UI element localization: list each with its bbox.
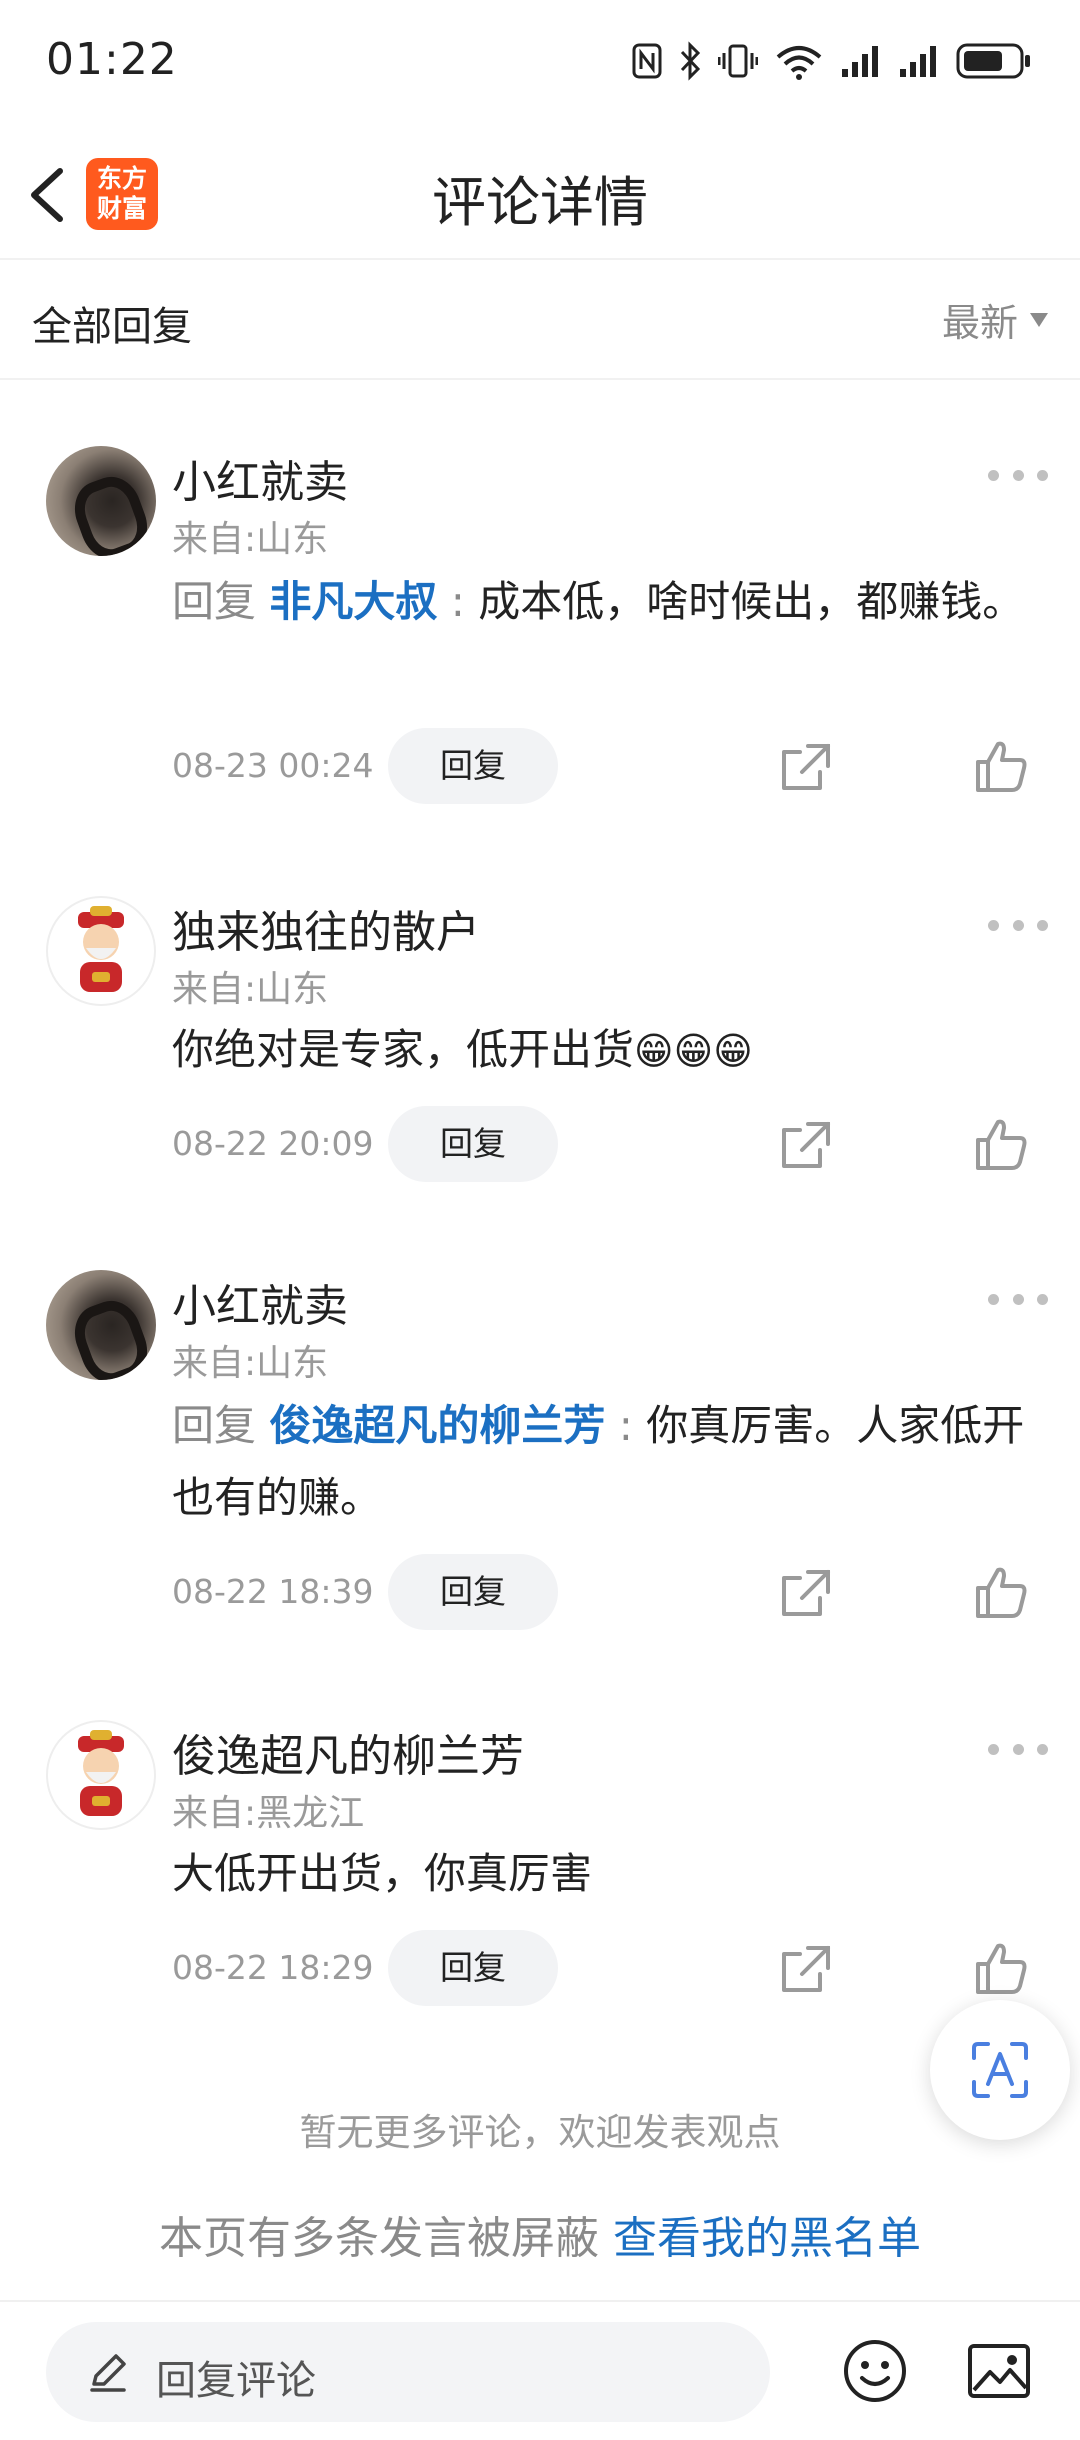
reply-button[interactable]: 回复 <box>388 1554 558 1630</box>
reply-input-placeholder: 回复评论 <box>156 2358 316 2404</box>
filter-bar: 全部回复 最新 <box>0 262 1080 380</box>
header-bar: 东方 财富 评论详情 <box>0 130 1080 260</box>
view-blacklist-link[interactable]: 查看我的黑名单 <box>613 2213 921 2264</box>
comment-meta: 08-23 00:24 回复 <box>172 728 1052 804</box>
grin-emoji-icon: 😁😁😁 <box>634 1029 753 1073</box>
avatar[interactable] <box>46 896 156 1006</box>
sort-label: 最新 <box>941 301 1018 345</box>
comment-text: 成本低，啥时候出，都赚钱。 <box>478 577 1025 626</box>
comment-detail-page: 01:22 东方 财富 评论详情 全部回复 最新 小红就卖 来自:山东 回复 非… <box>0 0 1080 2440</box>
avatar[interactable] <box>46 1720 156 1830</box>
more-options-button[interactable] <box>988 1284 1048 1314</box>
status-bar: 01:22 <box>0 0 1080 120</box>
reply-target-user[interactable]: 非凡大叔 <box>269 577 437 626</box>
status-icons <box>632 36 1032 86</box>
more-options-button[interactable] <box>988 1734 1048 1764</box>
text-scan-icon <box>972 2042 1028 2098</box>
caret-down-icon <box>1030 312 1048 327</box>
comment-meta: 08-22 18:39 回复 <box>172 1554 1052 1630</box>
signal-icon-2 <box>900 46 936 77</box>
comment-time: 08-22 18:39 <box>172 1572 374 1611</box>
thumbs-up-icon[interactable] <box>974 1940 1030 1996</box>
reply-comment-input[interactable]: 回复评论 <box>46 2322 770 2422</box>
no-more-comments-note: 暂无更多评论，欢迎发表观点 <box>299 2111 781 2154</box>
blocked-notice-text: 本页有多条发言被屏蔽 <box>159 2213 599 2264</box>
share-icon[interactable] <box>780 1120 832 1170</box>
thumbs-up-icon[interactable] <box>974 1564 1030 1620</box>
fortune-god-avatar-icon <box>78 906 124 992</box>
comment-meta: 08-22 18:29 回复 <box>172 1930 1052 2006</box>
avatar[interactable] <box>46 1270 156 1380</box>
comment-content[interactable]: 回复 俊逸超凡的柳兰芳 : 你真厉害。人家低开也有的赚。 <box>172 1390 1032 1534</box>
comment-text: 大低开出货，你真厉害 <box>172 1849 593 1898</box>
comment-content[interactable]: 回复 非凡大叔 : 成本低，啥时候出，都赚钱。 <box>172 566 1032 638</box>
comment-time: 08-22 18:29 <box>172 1948 374 1987</box>
signal-icon-1 <box>842 46 878 77</box>
reply-prefix: 回复 <box>172 1401 257 1450</box>
user-name[interactable]: 小红就卖 <box>172 446 348 510</box>
reply-button[interactable]: 回复 <box>388 728 558 804</box>
avatar[interactable] <box>46 446 156 556</box>
thumbs-up-icon[interactable] <box>974 1116 1030 1172</box>
all-replies-label: 全部回复 <box>32 304 192 350</box>
reply-separator: : <box>618 1401 633 1450</box>
comment-text: 你绝对是专家，低开出货 <box>172 1025 635 1074</box>
comment-content[interactable]: 大低开出货，你真厉害 <box>172 1838 1032 1910</box>
user-name[interactable]: 小红就卖 <box>172 1270 348 1334</box>
comment-time: 08-22 20:09 <box>172 1124 374 1163</box>
bottom-bar: 回复评论 <box>0 2300 1080 2440</box>
status-time: 01:22 <box>46 34 178 85</box>
more-options-button[interactable] <box>988 910 1048 940</box>
reply-target-user[interactable]: 俊逸超凡的柳兰芳 <box>269 1401 605 1450</box>
user-location: 来自:山东 <box>172 969 329 1010</box>
thumbs-up-icon[interactable] <box>974 738 1030 794</box>
pencil-icon <box>90 2354 126 2392</box>
user-location: 来自:山东 <box>172 519 329 560</box>
reply-button[interactable]: 回复 <box>388 1106 558 1182</box>
fortune-god-avatar-icon <box>78 1730 124 1816</box>
user-location: 来自:黑龙江 <box>172 1793 365 1834</box>
vibrate-icon <box>718 44 758 78</box>
share-icon[interactable] <box>780 1944 832 1994</box>
user-location: 来自:山东 <box>172 1343 329 1384</box>
wifi-icon <box>776 46 822 80</box>
user-name[interactable]: 俊逸超凡的柳兰芳 <box>172 1720 524 1784</box>
reply-button[interactable]: 回复 <box>388 1930 558 2006</box>
sort-dropdown[interactable]: 最新 <box>942 292 1048 347</box>
nfc-icon <box>632 43 662 79</box>
emoji-icon[interactable] <box>842 2338 908 2404</box>
comment-time: 08-23 00:24 <box>172 746 374 785</box>
page-title: 评论详情 <box>432 171 648 234</box>
image-icon[interactable] <box>966 2338 1032 2404</box>
battery-icon <box>956 43 1030 79</box>
reply-separator: : <box>450 577 465 626</box>
share-icon[interactable] <box>780 1568 832 1618</box>
more-options-button[interactable] <box>988 460 1048 490</box>
comment-content[interactable]: 你绝对是专家，低开出货😁😁😁 <box>172 1014 1032 1087</box>
reply-prefix: 回复 <box>172 577 257 626</box>
user-name[interactable]: 独来独往的散户 <box>172 896 480 960</box>
comment-meta: 08-22 20:09 回复 <box>172 1106 1052 1182</box>
bluetooth-icon <box>680 41 701 81</box>
blocked-notice: 本页有多条发言被屏蔽 查看我的黑名单 <box>0 2202 1080 2266</box>
share-icon[interactable] <box>780 742 832 792</box>
